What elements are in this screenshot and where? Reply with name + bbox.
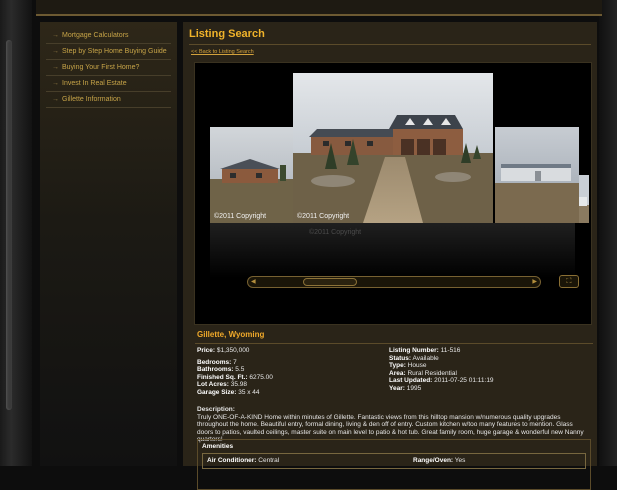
frame-ridge bbox=[6, 40, 12, 410]
year-value: 1995 bbox=[406, 384, 422, 392]
amenities-title: Amenities bbox=[202, 443, 234, 450]
bedrooms-row: Bedrooms: 7 bbox=[197, 359, 273, 367]
gallery-photo-left[interactable]: ©2011 Copyright bbox=[210, 127, 294, 223]
acres-row: Lot Acres: 35.98 bbox=[197, 381, 273, 389]
fullscreen-button[interactable]: ⛶ bbox=[559, 275, 579, 288]
house-photo-image bbox=[210, 127, 294, 223]
sidebar-item-label: Step by Step Home Buying Guide bbox=[62, 48, 167, 55]
listing-details-left: Price: $1,350,000 Bedrooms: 7 Bathrooms:… bbox=[197, 347, 273, 396]
updated-value: 2011-07-25 01:11:19 bbox=[434, 377, 494, 384]
gallery-scrollbar[interactable]: ◀ ▶ bbox=[247, 276, 541, 288]
arrow-icon: → bbox=[52, 80, 59, 87]
garage-row: Garage Size: 35 x 44 bbox=[197, 389, 273, 397]
amenity-label: Range/Oven: bbox=[413, 457, 454, 464]
sidebar-item-label: Gillette Information bbox=[62, 96, 121, 103]
area-row: Area: Rural Residential bbox=[389, 370, 494, 378]
sidebar-item-first-home[interactable]: → Buying Your First Home? bbox=[46, 60, 171, 76]
amenities-table: Air Conditioner: Central Range/Oven: Yes bbox=[202, 453, 586, 469]
listing-number-value: 11-516 bbox=[440, 347, 461, 354]
amenity-label: Air Conditioner: bbox=[207, 457, 257, 464]
garage-value: 35 x 44 bbox=[238, 388, 260, 396]
title-divider bbox=[189, 44, 591, 45]
status-row: Status: Available bbox=[389, 355, 494, 363]
sidebar-item-label: Mortgage Calculators bbox=[62, 32, 129, 39]
bathrooms-label: Bathrooms: bbox=[197, 366, 234, 373]
gallery-scroll-thumb[interactable] bbox=[303, 278, 357, 286]
top-header-bar bbox=[36, 0, 602, 16]
type-label: Type: bbox=[389, 362, 406, 369]
type-row: Type: House bbox=[389, 362, 494, 370]
area-value: Rural Residential bbox=[407, 369, 457, 377]
acres-value: 35.98 bbox=[230, 381, 247, 388]
bedrooms-value: 7 bbox=[233, 358, 237, 366]
listing-details-right: Listing Number: 11-516 Status: Available… bbox=[389, 347, 494, 392]
year-label: Year: bbox=[389, 384, 405, 392]
listing-number-row: Listing Number: 11-516 bbox=[389, 347, 494, 355]
type-value: House bbox=[407, 362, 427, 369]
fullscreen-icon: ⛶ bbox=[566, 278, 572, 285]
photo-caption: ©2011 Copyright bbox=[214, 213, 267, 220]
back-to-listing-link[interactable]: << Back to Listing Search bbox=[191, 49, 254, 55]
status-value: Available bbox=[412, 354, 439, 362]
right-device-frame bbox=[599, 0, 617, 466]
bedrooms-label: Bedrooms: bbox=[197, 358, 232, 366]
price-row: Price: $1,350,000 bbox=[197, 347, 273, 355]
sidebar-item-mortgage-calculators[interactable]: → Mortgage Calculators bbox=[46, 28, 171, 44]
sidebar-item-invest[interactable]: → Invest In Real Estate bbox=[46, 76, 171, 92]
left-device-frame bbox=[0, 0, 32, 466]
main-content: Listing Search << Back to Listing Search bbox=[183, 22, 597, 490]
updated-label: Last Updated: bbox=[389, 377, 433, 384]
listing-location: Gillette, Wyoming bbox=[197, 330, 265, 339]
sqft-value: 6275.00 bbox=[249, 373, 273, 381]
photo-caption: ©2011 Copyright bbox=[297, 213, 350, 220]
sidebar-item-buying-guide[interactable]: → Step by Step Home Buying Guide bbox=[46, 44, 171, 60]
amenities-section: Amenities Air Conditioner: Central Range… bbox=[197, 439, 591, 490]
listing-number-label: Listing Number: bbox=[389, 347, 439, 354]
sqft-label: Finished Sq. Ft.: bbox=[197, 373, 248, 381]
house-photo-image bbox=[495, 127, 579, 223]
gallery-photo-right[interactable] bbox=[495, 127, 579, 223]
arrow-icon: → bbox=[52, 64, 59, 71]
status-label: Status: bbox=[389, 354, 412, 362]
amenity-range-oven: Range/Oven: Yes bbox=[413, 457, 465, 464]
area-label: Area: bbox=[389, 369, 406, 377]
bathrooms-row: Bathrooms: 5.5 bbox=[197, 366, 273, 374]
sidebar-item-gillette-info[interactable]: → Gillette Information bbox=[46, 92, 171, 108]
gallery-reflection bbox=[210, 223, 575, 278]
year-row: Year: 1995 bbox=[389, 385, 494, 393]
sidebar-item-label: Buying Your First Home? bbox=[62, 64, 140, 71]
photo-gallery: ©2011 Copyright ©2011 Copyright ©2011 Co… bbox=[194, 62, 592, 325]
scroll-left-icon[interactable]: ◀ bbox=[251, 277, 256, 287]
sqft-row: Finished Sq. Ft.: 6275.00 bbox=[197, 374, 273, 382]
amenity-value: Yes bbox=[454, 457, 466, 464]
sidebar-item-label: Invest In Real Estate bbox=[62, 80, 127, 87]
updated-row: Last Updated: 2011-07-25 01:11:19 bbox=[389, 377, 494, 385]
page-title: Listing Search bbox=[189, 28, 265, 40]
house-photo-image bbox=[293, 73, 493, 223]
amenity-value: Central bbox=[258, 457, 280, 464]
scroll-right-icon[interactable]: ▶ bbox=[532, 277, 537, 287]
sidebar-nav: → Mortgage Calculators → Step by Step Home… bbox=[40, 22, 177, 466]
price-label: Price: bbox=[197, 347, 216, 354]
arrow-icon: → bbox=[52, 96, 59, 103]
gallery-photo-main[interactable]: ©2011 Copyright bbox=[293, 73, 493, 223]
amenity-air-conditioner: Air Conditioner: Central bbox=[207, 457, 279, 464]
acres-label: Lot Acres: bbox=[197, 381, 229, 388]
reflection-caption: ©2011 Copyright bbox=[309, 229, 362, 236]
arrow-icon: → bbox=[52, 48, 59, 55]
price-value: $1,350,000 bbox=[216, 347, 250, 354]
bathrooms-value: 5.5 bbox=[235, 366, 245, 373]
description-label: Description: bbox=[197, 406, 235, 413]
arrow-icon: → bbox=[52, 32, 59, 39]
details-divider bbox=[195, 343, 593, 344]
garage-label: Garage Size: bbox=[197, 388, 237, 396]
